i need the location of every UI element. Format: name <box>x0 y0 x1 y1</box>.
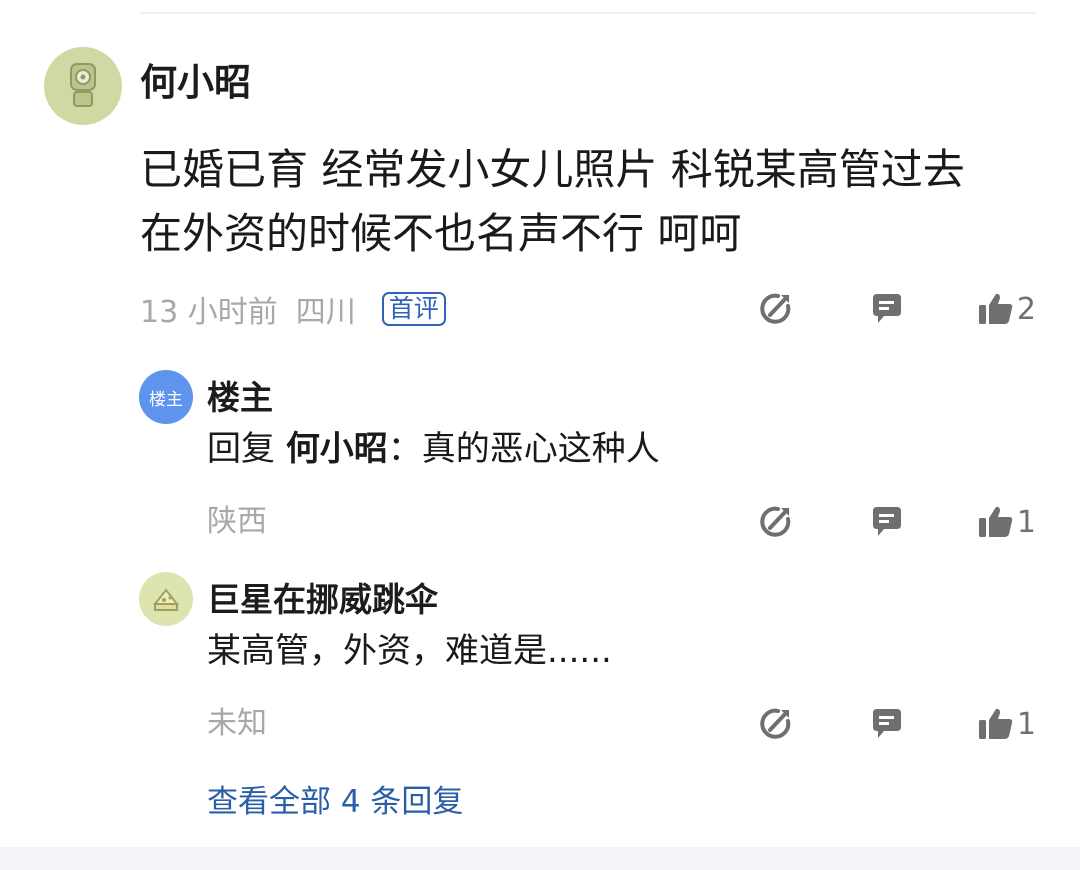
like-count: 1 <box>1016 706 1036 742</box>
share-icon <box>760 506 791 537</box>
comment-bubble-icon <box>872 709 901 738</box>
cheese-avatar-icon <box>152 588 180 611</box>
comment-time: 13 小时前 <box>140 295 278 330</box>
view-all-replies-link[interactable]: 查看全部 4 条回复 <box>207 780 463 824</box>
reply-author[interactable]: 楼主 <box>207 377 273 419</box>
share-button[interactable] <box>755 502 795 542</box>
comment-author[interactable]: 何小昭 <box>140 60 251 106</box>
reply-author[interactable]: 巨星在挪威跳伞 <box>207 579 438 621</box>
reply-button[interactable] <box>867 289 907 329</box>
thumbs-up-icon <box>978 708 1013 739</box>
like-count: 2 <box>1016 291 1036 327</box>
reply-button[interactable] <box>867 704 907 744</box>
comment-content-line: 在外资的时候不也名声不行 呵呵 <box>140 209 742 258</box>
avatar[interactable] <box>44 47 122 125</box>
reply-text: ：真的恶心这种人 <box>387 429 660 469</box>
comment-content: 已婚已育 经常发小女儿照片 科锐某高管过去 在外资的时候不也名声不行 呵呵 <box>140 138 1040 266</box>
bottom-divider <box>0 847 1080 870</box>
like-count: 1 <box>1016 504 1036 540</box>
share-icon <box>760 293 791 324</box>
reply-location: 陕西 <box>207 504 267 539</box>
comment-bubble-icon <box>872 507 901 536</box>
reply-content: 回复 何小昭：真的恶心这种人 <box>207 426 660 472</box>
reply-actions: 1 <box>755 500 1036 544</box>
comment-bubble-icon <box>872 294 901 323</box>
like-button[interactable]: 1 <box>977 504 1036 540</box>
owner-avatar-label: 楼主 <box>149 389 183 410</box>
reply-target[interactable]: 何小昭 <box>286 429 388 469</box>
comment-location: 四川 <box>295 295 356 330</box>
like-button[interactable]: 2 <box>977 291 1036 327</box>
robot-avatar-icon <box>70 63 96 107</box>
reply-actions: 1 <box>755 702 1036 746</box>
comment-content-line: 已婚已育 经常发小女儿照片 科锐某高管过去 <box>140 145 965 194</box>
share-button[interactable] <box>755 704 795 744</box>
like-button[interactable]: 1 <box>977 706 1036 742</box>
avatar[interactable] <box>139 572 193 626</box>
comment-actions: 2 <box>755 287 1036 331</box>
share-icon <box>760 708 791 739</box>
reply-location: 未知 <box>207 706 267 741</box>
avatar[interactable]: 楼主 <box>139 370 193 424</box>
reply-content: 某高管，外资，难道是...... <box>207 631 612 671</box>
top-divider <box>140 12 1036 14</box>
reply-button[interactable] <box>867 502 907 542</box>
thumbs-up-icon <box>978 506 1013 537</box>
first-comment-badge: 首评 <box>381 292 446 326</box>
reply-prefix: 回复 <box>207 429 286 469</box>
comment-meta: 13 小时前 四川 首评 <box>140 287 446 331</box>
thumbs-up-icon <box>978 293 1013 324</box>
share-button[interactable] <box>755 289 795 329</box>
